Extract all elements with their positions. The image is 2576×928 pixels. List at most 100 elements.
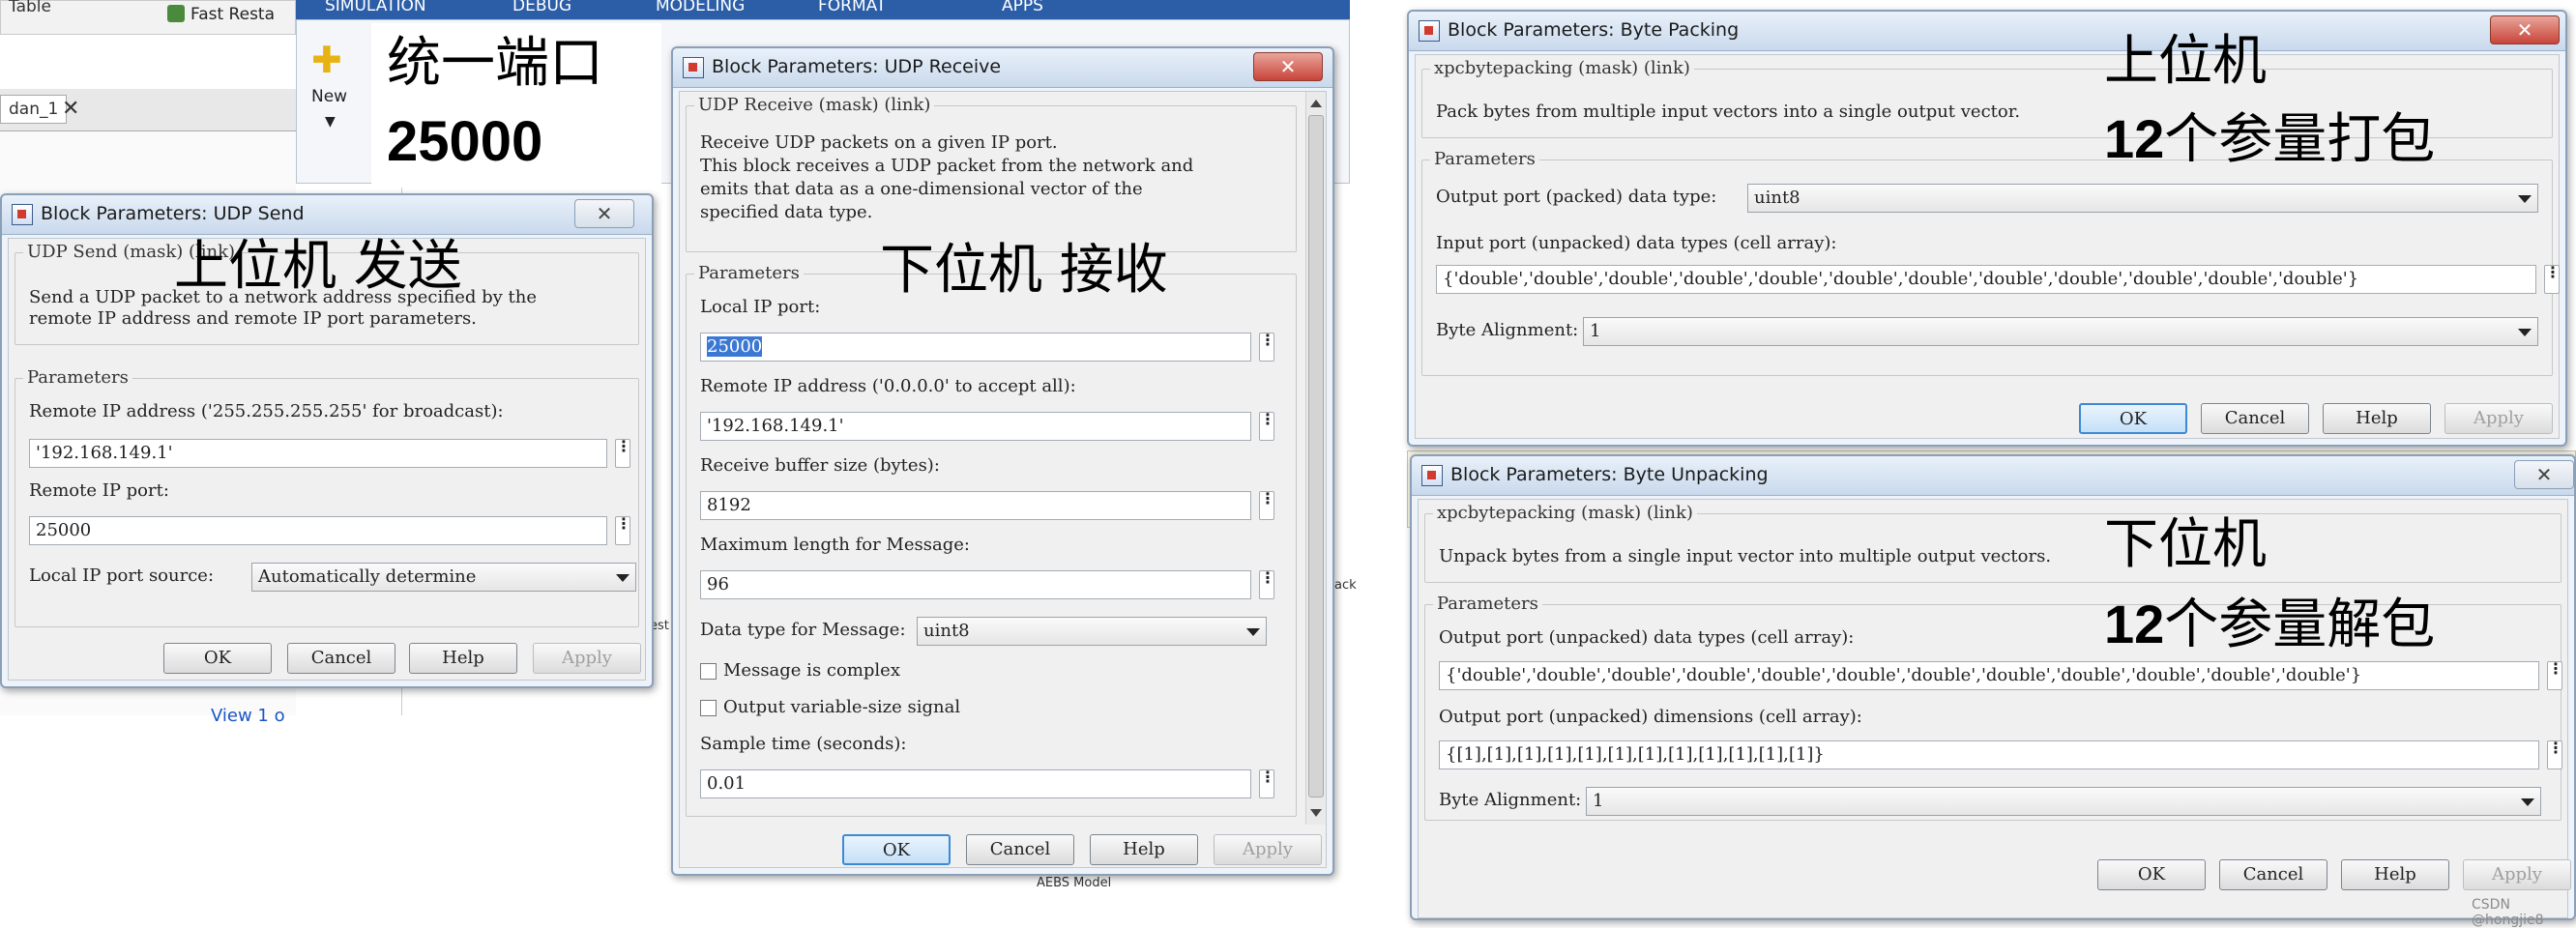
target-receive-annotation: 下位机 接收	[880, 239, 1168, 302]
close-tab-icon[interactable]: ✕	[62, 97, 79, 121]
byte-unpacking-titlebar[interactable]: Block Parameters: Byte Unpacking ✕	[1412, 456, 2574, 496]
udp-receive-dialog: Block Parameters: UDP Receive ✕ UDP Rece…	[671, 46, 1334, 876]
byte-alignment-value: 1	[1590, 321, 1601, 341]
background-toolstrip: Table Fast Resta	[0, 0, 296, 35]
byte-packing-params-group: Parameters Output port (packed) data typ…	[1421, 149, 2561, 376]
buffer-size-options-icon[interactable]: ⋮	[1259, 491, 1275, 520]
fast-restart-icon	[167, 5, 185, 22]
scroll-down-icon[interactable]	[1310, 809, 1322, 817]
byte-packing-title: Block Parameters: Byte Packing	[1448, 19, 1740, 41]
help-button[interactable]: Help	[2323, 403, 2431, 434]
close-icon[interactable]: ✕	[2514, 460, 2574, 489]
unpack-annotation: 12个参量解包	[2104, 597, 2435, 652]
udp-send-titlebar[interactable]: Block Parameters: UDP Send ✕	[2, 195, 652, 235]
cancel-button[interactable]: Cancel	[966, 834, 1074, 865]
close-icon[interactable]: ✕	[574, 199, 634, 228]
new-dropdown-icon[interactable]: ▼	[325, 114, 336, 130]
help-button[interactable]: Help	[409, 643, 517, 674]
help-button[interactable]: Help	[1090, 834, 1198, 865]
byte-packing-titlebar[interactable]: Block Parameters: Byte Packing ✕	[1409, 12, 2565, 51]
apps-tab[interactable]: APPS	[1002, 0, 1043, 15]
close-icon[interactable]: ✕	[2490, 15, 2560, 44]
close-icon[interactable]: ✕	[1253, 52, 1323, 81]
remote-ip-label: Remote IP address ('0.0.0.0' to accept a…	[700, 376, 1076, 396]
remote-ip-options-icon[interactable]: ⋮	[1259, 412, 1275, 441]
view-link[interactable]: View 1 o	[211, 706, 285, 726]
new-model-icon[interactable]: ✚	[311, 39, 342, 81]
byte-alignment-select[interactable]: 1	[1583, 317, 2538, 346]
byte-unpacking-dialog: Block Parameters: Byte Unpacking ✕ xpcby…	[1410, 454, 2576, 920]
buffer-size-field[interactable]: 8192	[700, 491, 1251, 520]
chevron-down-icon	[1246, 628, 1260, 636]
block-params-icon	[12, 204, 33, 225]
side-text-right: ack	[1334, 578, 1357, 593]
debug-tab[interactable]: DEBUG	[512, 0, 571, 15]
udp-receive-title: Block Parameters: UDP Receive	[712, 56, 1002, 77]
max-length-field[interactable]: 96	[700, 570, 1251, 599]
table-tab[interactable]: Table	[1, 0, 59, 20]
modeling-tab[interactable]: MODELING	[656, 0, 745, 15]
background-file-tabbar: dan_1 ✕	[0, 89, 296, 131]
udp-receive-titlebar[interactable]: Block Parameters: UDP Receive ✕	[673, 48, 1332, 88]
output-types-field[interactable]: {'double','double','double','double','do…	[1439, 661, 2539, 690]
remote-ip-field[interactable]: '192.168.149.1'	[29, 439, 607, 468]
ok-button[interactable]: OK	[163, 643, 272, 674]
ok-button[interactable]: OK	[2079, 403, 2187, 434]
sample-time-options-icon[interactable]: ⋮	[1259, 769, 1275, 798]
udp-receive-params-group: Parameters Local IP port: 25000 ⋮ Remote…	[686, 263, 1297, 817]
remote-port-options-icon[interactable]: ⋮	[615, 516, 631, 545]
scroll-up-icon[interactable]	[1310, 100, 1322, 107]
pack-count: 12	[2104, 108, 2165, 169]
file-tab[interactable]: dan_1	[0, 95, 68, 124]
apply-button[interactable]: Apply	[2463, 859, 2571, 890]
apply-button[interactable]: Apply	[2444, 403, 2553, 434]
chevron-down-icon	[2518, 329, 2532, 336]
cancel-button[interactable]: Cancel	[2201, 403, 2309, 434]
watermark: CSDN @hongjie8	[2472, 897, 2544, 928]
format-tab[interactable]: FORMAT	[818, 0, 886, 15]
input-types-options-icon[interactable]: ⋮	[2544, 265, 2561, 294]
help-button[interactable]: Help	[2341, 859, 2449, 890]
byte-alignment-select[interactable]: 1	[1586, 787, 2541, 816]
block-params-icon	[1421, 465, 1443, 486]
output-dims-options-icon[interactable]: ⋮	[2547, 740, 2563, 769]
ok-button[interactable]: OK	[842, 834, 951, 865]
udp-receive-desc-line1: Receive UDP packets on a given IP port.	[700, 132, 1058, 153]
udp-receive-desc-line2: This block receives a UDP packet from th…	[700, 156, 1194, 176]
output-dims-field[interactable]: {[1],[1],[1],[1],[1],[1],[1],[1],[1],[1]…	[1439, 740, 2539, 769]
remote-port-field[interactable]: 25000	[29, 516, 607, 545]
simulation-tab[interactable]: SIMULATION	[325, 0, 426, 15]
local-port-options-icon[interactable]: ⋮	[1259, 333, 1275, 362]
local-port-source-select[interactable]: Automatically determine	[251, 563, 636, 592]
cancel-button[interactable]: Cancel	[2219, 859, 2327, 890]
remote-ip-field[interactable]: '192.168.149.1'	[700, 412, 1251, 441]
sample-time-field[interactable]: 0.01	[700, 769, 1251, 798]
cancel-button[interactable]: Cancel	[287, 643, 395, 674]
scrollbar-thumb[interactable]	[1308, 115, 1324, 798]
max-length-options-icon[interactable]: ⋮	[1259, 570, 1275, 599]
port-number-annotation: 25000	[387, 110, 543, 173]
byte-packing-dialog: Block Parameters: Byte Packing ✕ xpcbyte…	[1407, 10, 2567, 447]
byte-unpacking-mask-label: xpcbytepacking (mask) (link)	[1433, 503, 1697, 523]
unpack-text: 个参量解包	[2164, 594, 2436, 654]
pack-text: 个参量打包	[2164, 108, 2436, 169]
udp-receive-desc-line4: specified data type.	[700, 202, 873, 222]
vertical-scrollbar[interactable]	[1305, 92, 1326, 825]
variable-size-checkbox[interactable]	[700, 700, 717, 716]
udp-send-title: Block Parameters: UDP Send	[41, 203, 305, 224]
apply-button[interactable]: Apply	[533, 643, 641, 674]
udp-send-params-label: Parameters	[23, 367, 132, 388]
input-types-field[interactable]: {'double','double','double','double','do…	[1436, 265, 2536, 294]
apply-button[interactable]: Apply	[1214, 834, 1322, 865]
data-type-select[interactable]: uint8	[917, 617, 1267, 646]
local-port-field[interactable]: 25000	[700, 333, 1251, 362]
new-label[interactable]: New	[311, 87, 347, 106]
output-types-options-icon[interactable]: ⋮	[2547, 661, 2563, 690]
remote-ip-options-icon[interactable]: ⋮	[615, 439, 631, 468]
message-complex-checkbox[interactable]	[700, 663, 717, 680]
ok-button[interactable]: OK	[2097, 859, 2206, 890]
output-type-select[interactable]: uint8	[1747, 184, 2538, 213]
byte-unpacking-title: Block Parameters: Byte Unpacking	[1450, 464, 1769, 485]
udp-send-desc-line2: remote IP address and remote IP port par…	[29, 308, 477, 329]
fast-restart-label[interactable]: Fast Resta	[190, 5, 275, 24]
